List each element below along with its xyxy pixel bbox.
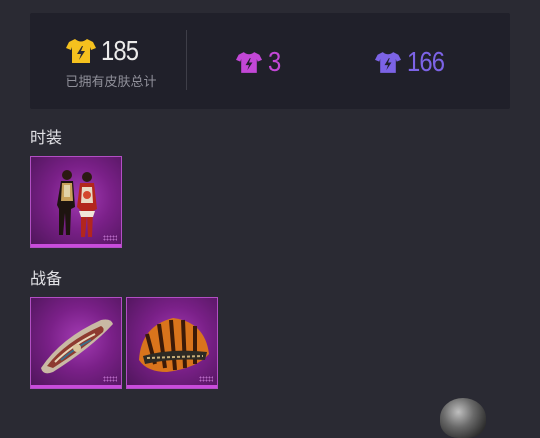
epic-skins-stat: 3 (236, 48, 283, 76)
pink-shirt-icon (236, 51, 262, 73)
purple-shirt-icon (375, 51, 401, 73)
rare-skins-count: 166 (407, 46, 445, 77)
gold-shirt-icon (66, 39, 96, 63)
card-dots-decoration (103, 235, 117, 241)
helmet-avatar-icon[interactable] (440, 398, 486, 438)
card-dots-decoration (199, 376, 213, 382)
glider-skin-card-1[interactable] (30, 297, 122, 389)
total-skins-label: 已拥有皮肤总计 (65, 75, 157, 90)
skin-stats-panel: 185 已拥有皮肤总计 3 166 (30, 13, 510, 109)
glider-skin-card-2[interactable] (126, 297, 218, 389)
rare-skins-stat: 166 (375, 48, 451, 76)
fashion-section-title: 时装 (30, 128, 63, 147)
gear-section-title: 战备 (30, 269, 63, 288)
total-skins-count: 185 (101, 35, 139, 66)
card-dots-decoration (103, 376, 117, 382)
total-skins-stat: 185 (66, 37, 145, 65)
stats-divider (186, 30, 187, 90)
epic-skins-count: 3 (268, 46, 281, 77)
outfit-skin-card[interactable] (30, 156, 122, 248)
